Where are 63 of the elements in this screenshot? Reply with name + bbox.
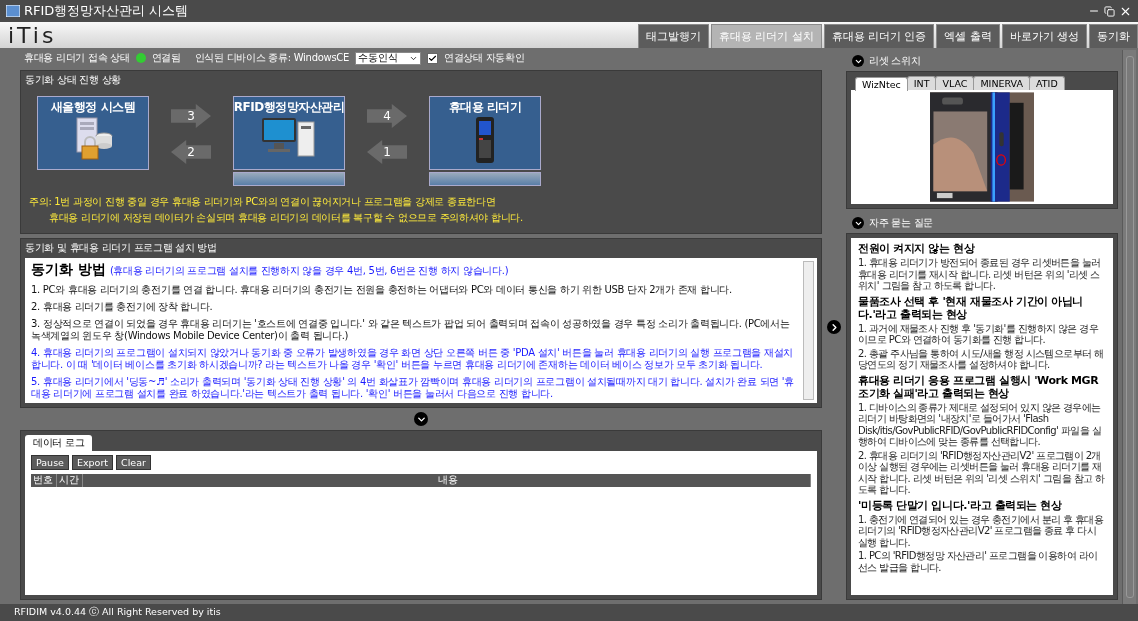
- device-tab[interactable]: WizNtec: [855, 77, 908, 91]
- faq-question: 휴대용 리더기 응용 프로그램 실행시 'Work MGR 조기화 실패'라고 출력되는 현상: [858, 373, 1100, 400]
- handheld-device-icon: [473, 116, 497, 164]
- nav-tab[interactable]: 휴대용 리더기 인증: [823, 24, 935, 48]
- collapse-button[interactable]: [852, 217, 864, 229]
- faq-answer: 1. 디바이스의 종류가 제대로 설정되어 있지 않은 경우에는 리더기 바탕화면의 '내장치'로 들어가서 'Flash Disk/itis/GovPublicRFID/GovPublicRFIDConfig' 파일을 실행하여 디바이스에 맞는 종류를 선택합니다.: [858, 401, 1102, 448]
- auto-check-checkbox[interactable]: [427, 52, 438, 64]
- window-title: RFID행정망자산관리 시스템: [24, 2, 190, 20]
- guide-step: 3. 정상적으로 연결이 되었을 경우 휴대용 리더기는 '호스트에 연결중 입니다.' 와 같은 텍스트가 팝업 되어 출력되며 접속이 성공하였을 경우 특정 소리가 출력됩니다. (PC에서는 녹색계열의 윈도우 창(Windows Mobile Device Center)이 출력 됩니다.): [31, 318, 799, 342]
- column-header: 시간: [57, 474, 83, 487]
- faq-question: 물품조사 선택 후 '현재 재물조사 기간이 아닙니다.'라고 출력되는 현상: [858, 294, 1084, 321]
- scrollbar[interactable]: [803, 261, 814, 400]
- log-tab[interactable]: 데이터 로그: [25, 435, 93, 451]
- connection-label: 휴대용 리더기 접속 상태: [24, 51, 130, 65]
- nav-tab[interactable]: 태그발행기: [637, 24, 709, 48]
- column-header: 번호: [31, 474, 57, 487]
- collapse-button[interactable]: [852, 55, 864, 67]
- log-button[interactable]: Export: [71, 455, 114, 470]
- device-type: 인식된 디바이스 종류: WindowsCE: [194, 51, 349, 65]
- faq-answer: 2. 총괄 주사님을 통하여 시도/새올 행정 시스템으로부터 해당연도의 정기 재물조사를 설정하셔야 합니다.: [858, 347, 1105, 371]
- collapse-button[interactable]: [414, 412, 428, 426]
- log-button[interactable]: Clear: [116, 455, 151, 470]
- node-name: 휴대용 리더기: [448, 99, 522, 116]
- status-bar-text: RFIDIM v4.0.44 ⓒ All Right Reserved by itis: [14, 606, 221, 619]
- panel-title: 동기화 상태 진행 상황: [25, 73, 122, 87]
- scrollbar[interactable]: [1122, 50, 1136, 604]
- heading-note: (휴대용 리더기의 프로그램 설치를 진행하지 않을 경우 4번, 5번, 6번은 진행 하지 않습니다.): [109, 264, 509, 278]
- logo: iTis: [8, 24, 58, 48]
- faq-answer: 1. 과거에 재물조사 진행 후 '동기화'를 진행하지 않은 경우 이므로 PC와 연결하여 동기화를 진행 합니다.: [858, 322, 1100, 346]
- column-header: 내용: [83, 474, 811, 487]
- mode-dropdown[interactable]: 수동인식: [355, 51, 421, 65]
- connection-status: 연결됨: [151, 51, 181, 65]
- faq-question: 전원이 켜지지 않는 현상: [858, 242, 976, 255]
- faq-answer: 1. 충전기에 연결되어 있는 경우 충전기에서 분리 후 휴대용 리더기의 'RFID행정자산관리V2' 프로그램을 종료 후 다시 실행 합니다.: [858, 513, 1105, 548]
- nav-tab[interactable]: 엑셀 출력: [936, 24, 1000, 48]
- nav-tab[interactable]: 동기화: [1089, 24, 1138, 48]
- faq-question: '미등록 단말기 입니다.'라고 출력되는 현상: [858, 498, 1063, 512]
- node-name: RFID행정망자산관리: [233, 99, 345, 116]
- restore-icon[interactable]: [1104, 5, 1115, 17]
- node-name: 새올행정 시스템: [50, 99, 136, 116]
- faq-answer: 1. 휴대용 리더기가 방전되어 종료된 경우 리셋버튼을 눌러 휴대용 리더기를 재시작 합니다. 리셋 버턴은 위의 '리셋 스위치' 그림을 참고 하도록 합니다.: [858, 257, 1102, 292]
- section-title: 자주 묻는 질문: [869, 216, 933, 230]
- device-tab[interactable]: MINERVA: [973, 76, 1030, 90]
- device-tab[interactable]: INT: [906, 76, 937, 90]
- guide-step: 1. PC와 휴대용 리더기의 충전기를 연결 합니다. 휴대용 리더기의 충전기는 전원을 충전하는 어댑터와 PC와 데이터 통신을 하기 위한 USB 단자 2개가 존재 합니다.: [31, 284, 799, 296]
- faq-answer: 1. PC의 'RFID행정망 자산관리' 프로그램을 이용하여 라이선스 발급을 합니다.: [858, 550, 1099, 573]
- guide-step: 4. 휴대용 리더기의 프로그램이 설치되지 않았거나 동기화 중 오류가 발생하였을 경우 화면 상단 오른쪽 버튼 중 'PDA 설치' 버튼을 눌러 휴대용 리더기의 실행 프로그램을 재설치 합니다. 이 때 '데이터 베이스를 초기화 하시겠습니까? 라는 텍스트가 나올 경우 '확인' 버튼을 누르면 휴대용 리더기에 존재하는 데이터 베이스 정보가 모두 초기화 됩니다.: [31, 347, 799, 371]
- faq-answer: 2. 휴대용 리더기의 'RFID행정자산관리V2' 프로그램이 2개 이상 실행된 경우에는 리셋버튼을 눌러 휴대용 리더기를 재시작 합니다. 리셋 버턴은 위의 '리셋 스위치' 그림을 참고 하도록 합니다.: [858, 449, 1106, 496]
- panel-title: 동기화 및 휴대용 리더기 프로그램 설치 방법: [25, 241, 218, 255]
- warning-text: 주의: 1번 과정이 진행 중일 경우 휴대용 리더기와 PC와의 연결이 끊어지거나 프로그램을 강제로 종료한다면: [28, 195, 497, 209]
- device-tab[interactable]: VLAC: [935, 76, 975, 90]
- section-title: 리셋 스위치: [869, 54, 921, 68]
- computer-icon: [260, 116, 318, 160]
- app-icon: [6, 5, 20, 17]
- warning-text: 휴대용 리더기에 저장된 데이터가 손실되며 휴대용 리더기의 데이터를 복구할 수 없으므로 주의하셔야 합니다.: [48, 211, 524, 225]
- guide-step: 5. 휴대용 리더기에서 '딩동~♬' 소리가 출력되며 '동기화 상태 진행 상황' 의 4번 화살표가 깜빡이며 휴대용 리더기의 프로그램이 설치될때까지 대기 합니다. 설치가 완료 되면 '휴대용 리더기에 프로그램 설치를 완료 하였습니다.'라는 텍스트가 출력 됩니다. '확인' 버튼을 눌러서 다음으로 진행 합니다.: [31, 376, 799, 400]
- guide-step: 2. 휴대용 리더기를 충전기에 장착 합니다.: [31, 301, 799, 313]
- checkbox-label: 연결상태 자동확인: [444, 51, 525, 65]
- guide-heading: 동기화 방법: [31, 261, 106, 279]
- device-tab[interactable]: ATID: [1029, 76, 1065, 90]
- expand-button[interactable]: [827, 320, 841, 334]
- log-button[interactable]: Pause: [31, 455, 69, 470]
- nav-tab[interactable]: 바로가기 생성: [1001, 24, 1087, 48]
